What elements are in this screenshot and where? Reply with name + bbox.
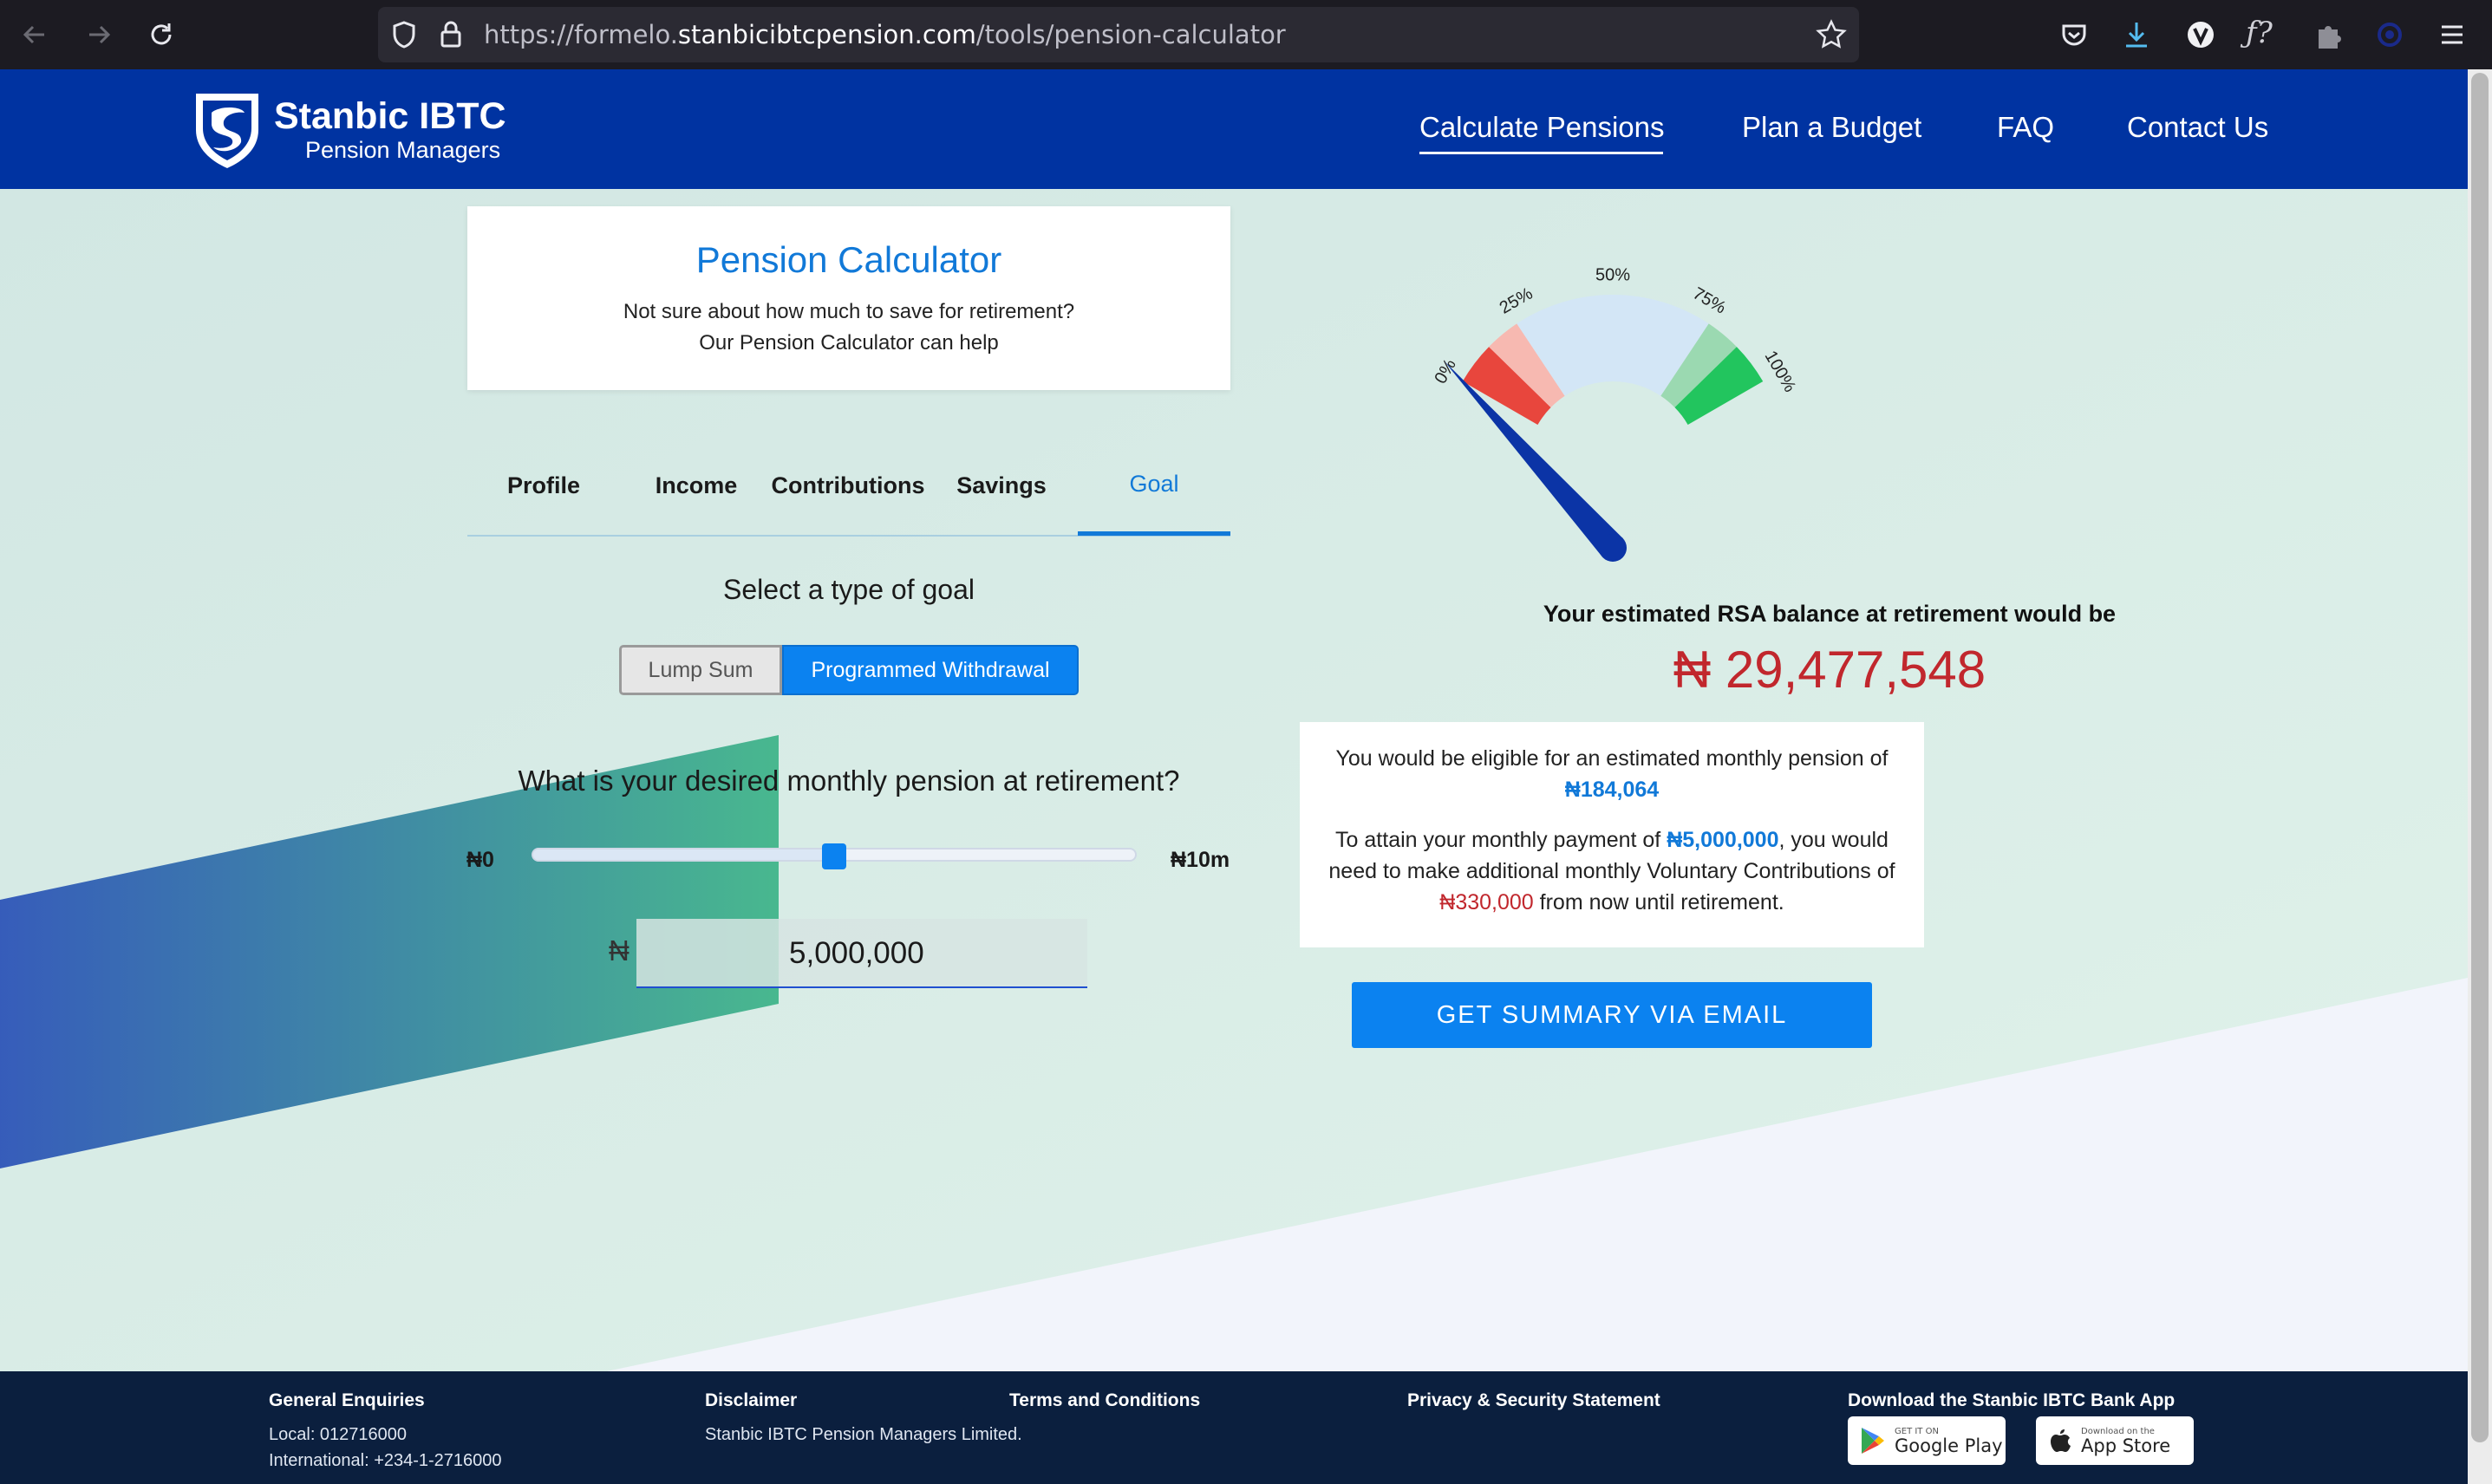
rsa-balance-value: ₦ 29,477,548 — [1673, 641, 1986, 699]
site-header: Stanbic IBTC Pension Managers Calculate … — [0, 69, 2468, 189]
rsa-balance-label: Your estimated RSA balance at retirement… — [1543, 601, 2117, 627]
browser-toolbar: https://formelo.stanbicibtcpension.com/t… — [0, 0, 2492, 69]
reload-icon[interactable] — [139, 12, 184, 57]
programmed-withdrawal-button[interactable]: Programmed Withdrawal — [782, 645, 1079, 695]
gauge-tick-label: 50% — [1595, 265, 1630, 284]
puzzle-extension-icon[interactable] — [2310, 17, 2345, 55]
google-play-text: Google Play — [1895, 1435, 2003, 1456]
tab-contributions[interactable]: Contributions — [763, 472, 933, 499]
account-extension-icon[interactable] — [2372, 17, 2407, 55]
gauge-tick-label: 100% — [1761, 348, 1800, 395]
footer-enquiries-heading: General Enquiries — [269, 1390, 425, 1410]
tab-goal[interactable]: Goal — [1078, 471, 1230, 498]
voluntary-text: need to make additional monthly Voluntar… — [1328, 859, 1895, 883]
footer-disclaimer-text: Stanbic IBTC Pension Managers Limited. — [705, 1425, 1022, 1444]
pension-slider-fill — [533, 849, 836, 860]
vpn-extension-icon[interactable] — [2183, 17, 2218, 55]
footer-terms-link[interactable]: Terms and Conditions — [1009, 1390, 1200, 1411]
brand-subtitle: Pension Managers — [305, 137, 501, 163]
app-store-text: App Store — [2081, 1435, 2171, 1456]
back-icon[interactable] — [12, 12, 57, 57]
voluntary-amount: ₦330,000 — [1439, 890, 1534, 914]
google-play-badge[interactable]: GET IT ON Google Play — [1848, 1416, 2006, 1465]
slider-max-label: ₦10m — [1171, 848, 1230, 872]
calculator-intro-card: Pension Calculator Not sure about how mu… — [467, 206, 1230, 390]
nav-contact-us[interactable]: Contact Us — [2127, 111, 2268, 144]
lump-sum-button[interactable]: Lump Sum — [619, 645, 782, 695]
footer-international-phone[interactable]: International: +234-1-2716000 — [269, 1451, 502, 1471]
tab-savings[interactable]: Savings — [945, 472, 1058, 499]
forward-icon[interactable] — [76, 12, 121, 57]
app-store-small-text: Download on the — [2081, 1426, 2155, 1436]
footer-app-heading: Download the Stanbic IBTC Bank App — [1848, 1390, 2176, 1410]
eligible-text: You would be eligible for an estimated m… — [1335, 746, 1889, 771]
nav-calculate-pensions[interactable]: Calculate Pensions — [1419, 111, 1665, 144]
attain-amount: ₦5,000,000 — [1667, 828, 1779, 852]
currency-symbol: ₦ — [609, 934, 630, 967]
app-store-badge[interactable]: Download on the App Store — [2036, 1416, 2194, 1465]
google-play-icon — [1862, 1428, 1884, 1454]
nav-plan-budget[interactable]: Plan a Budget — [1742, 111, 1921, 144]
pocket-icon[interactable] — [2057, 17, 2091, 55]
gauge-tick-label: 0% — [1431, 355, 1460, 387]
email-summary-button[interactable]: GET SUMMARY VIA EMAIL — [1352, 982, 1872, 1048]
tab-profile[interactable]: Profile — [487, 472, 600, 499]
monthly-pension-input[interactable]: 5,000,000 — [636, 919, 1087, 988]
pension-summary-card: You would be eligible for an estimated m… — [1300, 722, 1924, 947]
monthly-pension-question: What is your desired monthly pension at … — [518, 765, 1180, 797]
tab-income[interactable]: Income — [640, 472, 753, 499]
background-decoration — [0, 189, 2468, 1371]
bookmark-star-icon[interactable] — [1814, 17, 1849, 55]
monthly-pension-input-value: 5,000,000 — [789, 936, 924, 970]
nav-active-underline — [1419, 152, 1663, 154]
download-icon[interactable] — [2119, 17, 2154, 55]
nav-faq[interactable]: FAQ — [1997, 111, 2054, 144]
gauge-tick-label: 75% — [1690, 284, 1730, 318]
attain-text: To attain your monthly payment of ₦5,000… — [1335, 828, 1889, 852]
monthly-pension-estimate: ₦184,064 — [1564, 778, 1660, 802]
lock-icon[interactable] — [434, 17, 468, 55]
apple-icon — [2051, 1429, 2071, 1452]
shield-icon[interactable] — [387, 17, 421, 55]
footer-privacy-link[interactable]: Privacy & Security Statement — [1407, 1390, 1660, 1411]
gauge-tick-label: 25% — [1497, 283, 1536, 317]
calculator-subtitle-line2: Our Pension Calculator can help — [699, 331, 999, 355]
retirement-gauge: 0% 25% 50% 75% 100% — [1431, 265, 1800, 562]
calculator-title: Pension Calculator — [695, 239, 1002, 280]
calculator-subtitle-line1: Not sure about how much to save for reti… — [623, 300, 1075, 323]
font-finder-icon[interactable]: ƒ? — [2246, 16, 2273, 50]
footer-local-phone[interactable]: Local: 012716000 — [269, 1425, 407, 1445]
brand-name[interactable]: Stanbic IBTC — [274, 95, 506, 138]
url-text[interactable]: https://formelo.stanbicibtcpension.com/t… — [484, 7, 1286, 62]
menu-icon[interactable] — [2435, 17, 2469, 55]
slider-min-label: ₦0 — [466, 848, 494, 872]
pension-slider-thumb[interactable] — [822, 843, 846, 869]
scrollbar-thumb[interactable] — [2471, 73, 2489, 1442]
stanbic-logo-icon[interactable] — [192, 87, 262, 173]
goal-type-label: Select a type of goal — [723, 574, 975, 605]
tab-active-indicator — [1078, 531, 1230, 536]
google-play-small-text: GET IT ON — [1895, 1426, 1939, 1436]
voluntary-amount-line: ₦330,000 from now until retirement. — [1439, 890, 1784, 914]
footer-disclaimer-link[interactable]: Disclaimer — [705, 1390, 797, 1411]
url-bar[interactable]: https://formelo.stanbicibtcpension.com/t… — [378, 7, 1859, 62]
